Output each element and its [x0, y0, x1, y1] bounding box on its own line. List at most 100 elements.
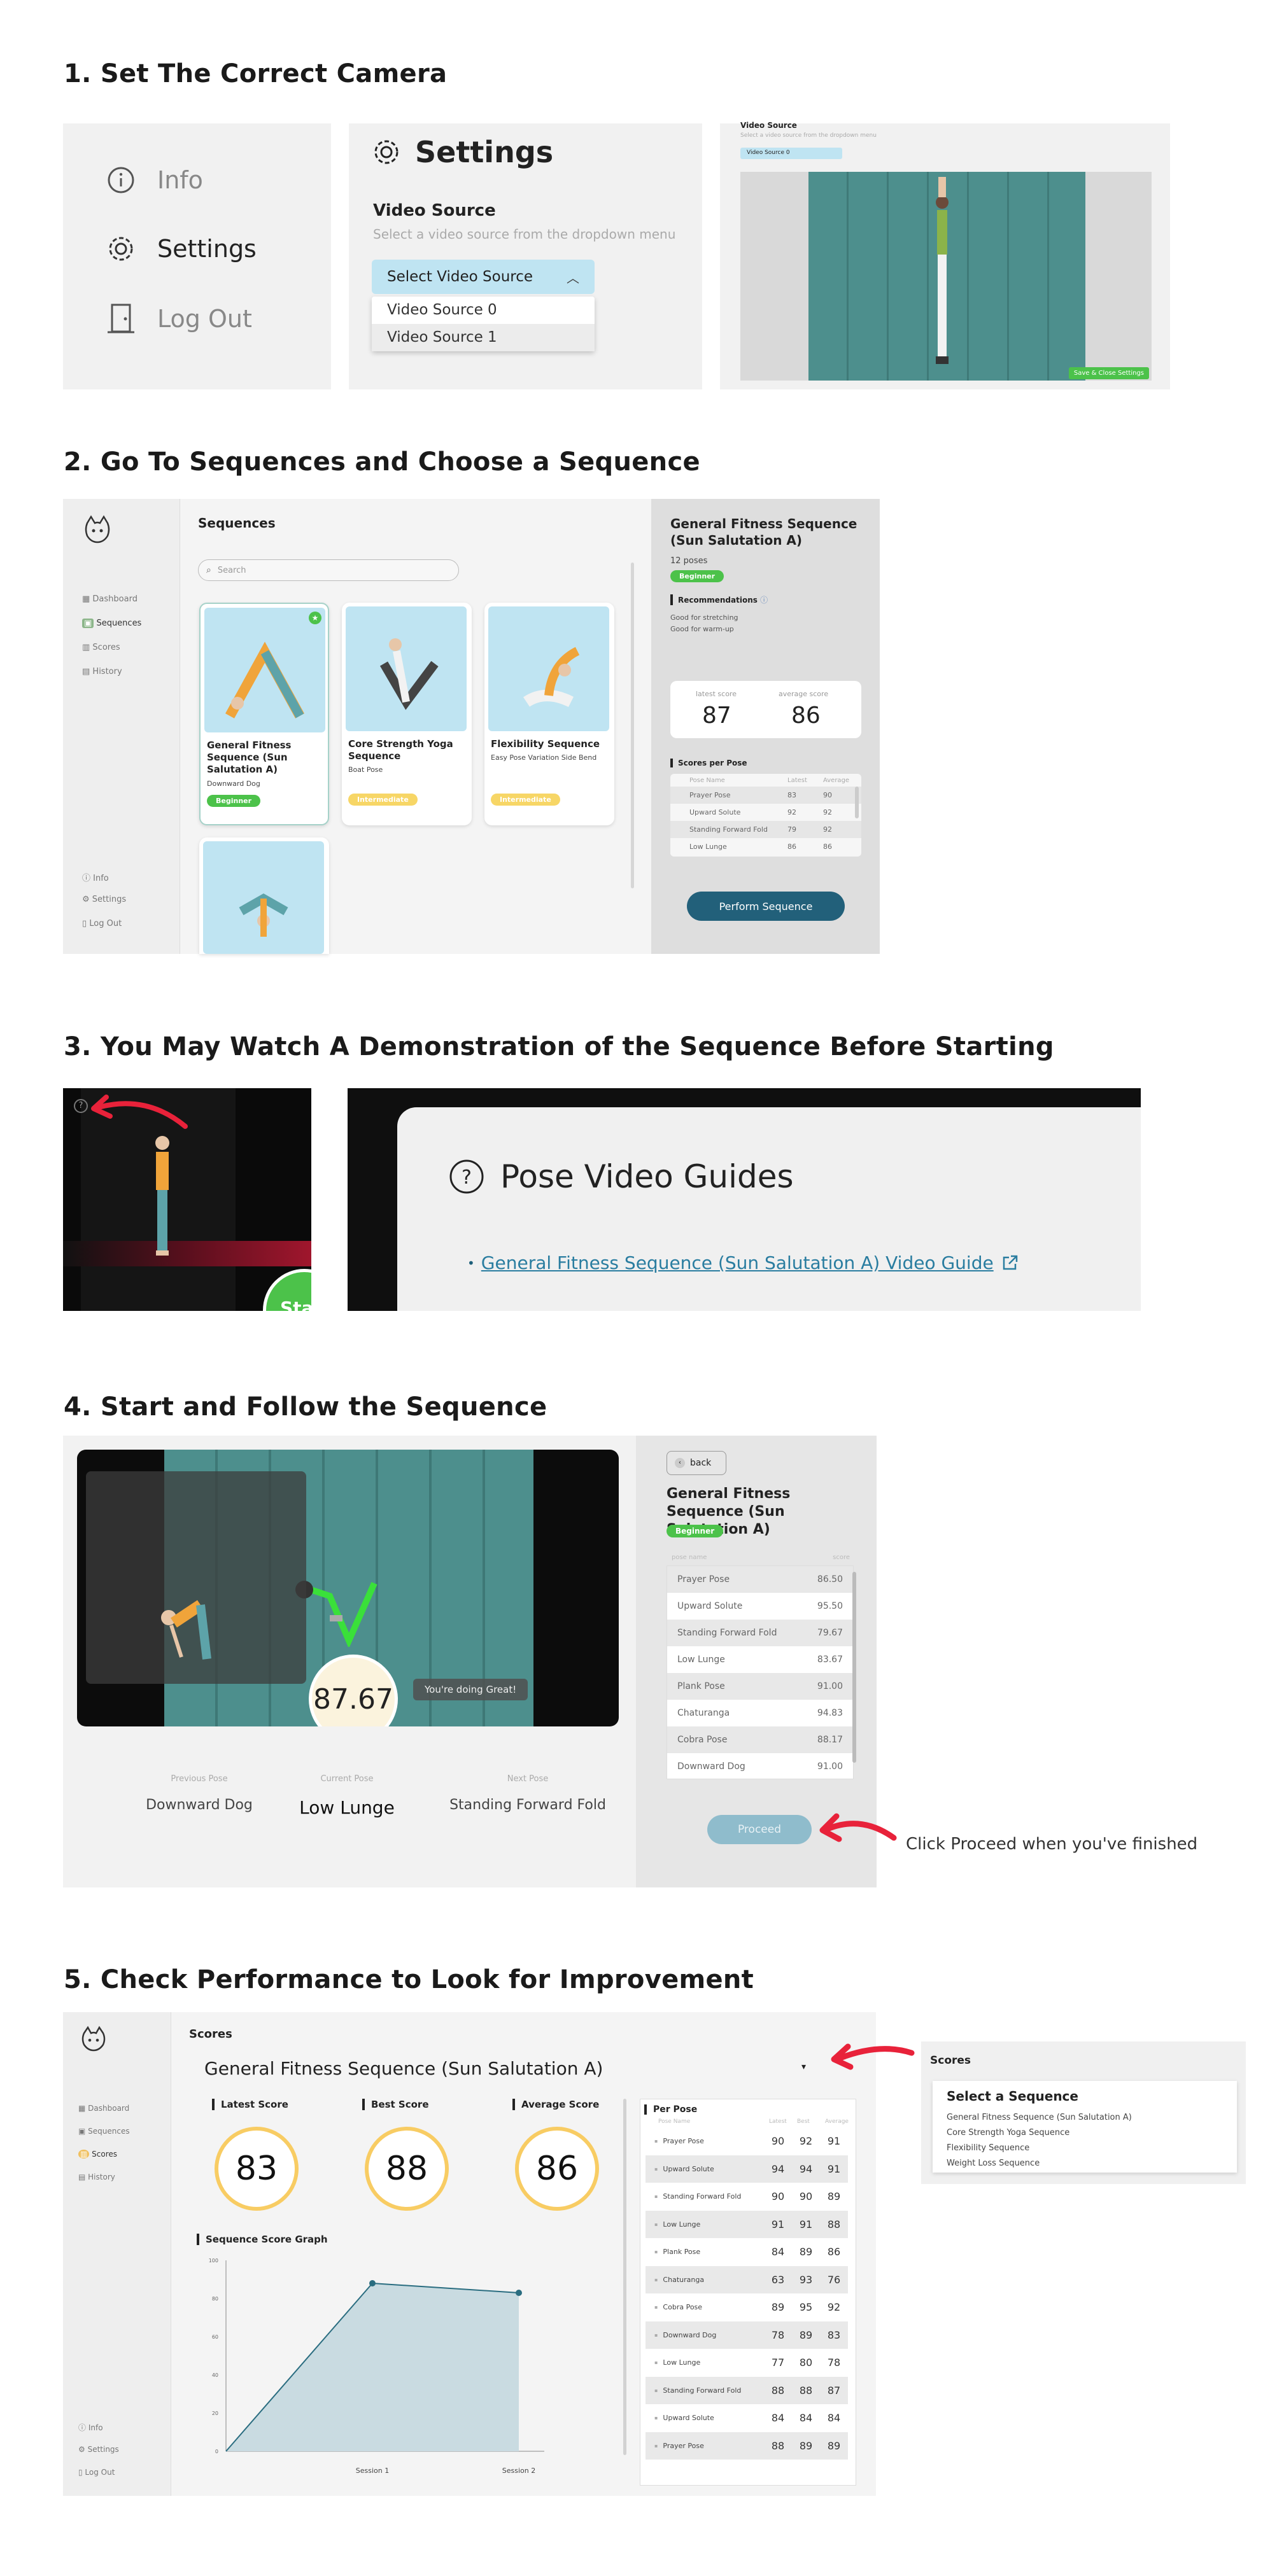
- table-row[interactable]: Standing Forward Fold 79 92: [670, 821, 861, 838]
- menu-item-info[interactable]: Info: [106, 165, 203, 195]
- dropdown-arrow-icon[interactable]: ▾: [801, 2062, 806, 2072]
- sidebar-item-scores[interactable]: ▥ Scores: [78, 2150, 117, 2159]
- table-row[interactable]: ▪ Prayer Pose 88 89 89: [646, 2432, 848, 2460]
- sidebar-dashboard-label: Dashboard: [92, 594, 138, 604]
- video-source-select[interactable]: Select Video Source ︿: [372, 260, 595, 294]
- header-score: score: [833, 1554, 850, 1561]
- sidebar-item-history[interactable]: ▤ History: [78, 2173, 115, 2181]
- table-row[interactable]: Upward Solute 95.50: [667, 1593, 853, 1620]
- page-scrollbar[interactable]: [623, 2099, 626, 2455]
- sidebar-item-info[interactable]: ⓘ Info: [78, 2422, 103, 2433]
- video-guide-link[interactable]: General Fitness Sequence (Sun Salutation…: [481, 1252, 994, 1273]
- sidebar-item-dashboard[interactable]: ▦ Dashboard: [78, 2104, 129, 2113]
- table-row[interactable]: ▪ Prayer Pose 90 92 91: [646, 2127, 848, 2155]
- table-row[interactable]: ▪ Upward Solute 84 84 84: [646, 2404, 848, 2432]
- session-scores-table: Prayer Pose 86.50 Upward Solute 95.50 Standi…: [667, 1565, 854, 1779]
- settings-title: Settings: [415, 135, 554, 169]
- score-value: 89: [771, 2301, 785, 2314]
- bullet: ▪: [654, 2304, 658, 2311]
- save-close-settings-button[interactable]: Save & Close Settings: [1068, 367, 1149, 379]
- cat-logo-icon: [85, 515, 110, 543]
- menu-item-logout[interactable]: Log Out: [106, 303, 252, 335]
- table-row[interactable]: ▪ Low Lunge 77 80 78: [646, 2349, 848, 2377]
- table-row[interactable]: Cobra Pose 88.17: [667, 1726, 853, 1753]
- back-button[interactable]: ‹ back: [667, 1451, 726, 1475]
- session-table-header: pose name score: [672, 1554, 850, 1561]
- table-row[interactable]: Standing Forward Fold 79.67: [667, 1620, 853, 1646]
- dropdown-panel-title: Scores: [930, 2054, 971, 2067]
- sidebar-item-dashboard[interactable]: ▦ Dashboard: [82, 594, 138, 604]
- sequence-card-core-strength[interactable]: Core Strength Yoga Sequence Boat Pose In…: [342, 603, 472, 825]
- sidebar-item-history[interactable]: ▤ History: [82, 667, 122, 676]
- proceed-button[interactable]: Proceed: [707, 1815, 812, 1844]
- dropdown-option-1[interactable]: Video Source 1: [372, 324, 595, 351]
- pose-name: Plank Pose: [677, 1681, 725, 1691]
- dropdown-option[interactable]: Core Strength Yoga Sequence: [947, 2125, 1237, 2141]
- per-pose-header: Pose Name Latest Best Average: [649, 2118, 853, 2125]
- start-button-label: Star: [280, 1298, 311, 1311]
- table-row[interactable]: Low Lunge 86 86: [670, 838, 861, 855]
- table-row[interactable]: Downward Dog 91.00: [667, 1753, 853, 1779]
- sidebar-sequences-label: Sequences: [96, 619, 142, 628]
- table-row[interactable]: Chaturanga 94.83: [667, 1700, 853, 1726]
- table-row[interactable]: ▪ Low Lunge 91 91 88: [646, 2210, 848, 2238]
- table-row[interactable]: ▪ Standing Forward Fold 88 88 87: [646, 2376, 848, 2404]
- table-row[interactable]: ▪ Plank Pose 84 89 86: [646, 2238, 848, 2266]
- dropdown-option[interactable]: Flexibility Sequence: [947, 2141, 1237, 2156]
- perform-sequence-button[interactable]: Perform Sequence: [687, 892, 845, 921]
- sidebar-item-scores[interactable]: ▥ Scores: [82, 643, 120, 652]
- sidebar-item-settings[interactable]: ⚙ Settings: [82, 895, 126, 904]
- pose-reference-overlay: [86, 1471, 306, 1684]
- sidebar-item-sequences[interactable]: ▣ Sequences: [78, 2127, 130, 2136]
- sequence-selector[interactable]: General Fitness Sequence (Sun Salutation…: [204, 2058, 603, 2079]
- table-row[interactable]: Low Lunge 83.67: [667, 1646, 853, 1673]
- menu-item-settings[interactable]: Settings: [106, 234, 257, 263]
- sidebar-item-logout[interactable]: ▯ Log Out: [82, 919, 122, 928]
- session-table-scrollbar[interactable]: [852, 1572, 856, 1763]
- sidebar-item-sequences[interactable]: ▣ Sequences: [82, 619, 141, 628]
- search-input[interactable]: ⌕ Search: [198, 559, 459, 581]
- card-pose: Boat Pose: [348, 766, 383, 774]
- table-row[interactable]: ▪ Upward Solute 94 94 91: [646, 2155, 848, 2183]
- pose-name: Downward Dog: [663, 2330, 717, 2339]
- score-value: 92: [827, 2301, 841, 2314]
- sidebar-logout-label: Log Out: [89, 919, 122, 928]
- table-row[interactable]: Prayer Pose 86.50: [667, 1566, 853, 1593]
- table-row[interactable]: Upward Solute 92 92: [670, 804, 861, 821]
- sidebar-item-settings[interactable]: ⚙ Settings: [78, 2445, 119, 2454]
- sidebar-scores-label: Scores: [92, 643, 120, 652]
- dropdown-label: Select a Sequence: [947, 2089, 1078, 2104]
- cards-scrollbar[interactable]: [631, 563, 634, 888]
- score-value: 92: [799, 2135, 813, 2148]
- table-row[interactable]: Prayer Pose 83 90: [670, 787, 861, 804]
- table-row[interactable]: Plank Pose 91.00: [667, 1673, 853, 1700]
- table-row[interactable]: ▪ Cobra Pose 89 95 92: [646, 2293, 848, 2321]
- video-preview-panel: Video Source Select a video source from …: [720, 121, 1170, 389]
- latest-score-label: Latest Score: [212, 2099, 288, 2110]
- sequence-card-general-fitness[interactable]: ★ General Fitness Sequence (Sun Salutati…: [199, 603, 329, 825]
- external-link-icon[interactable]: [1000, 1254, 1019, 1273]
- info-icon[interactable]: ⓘ: [760, 596, 768, 605]
- sequence-card-partial[interactable]: [199, 837, 329, 954]
- video-guides-title: Pose Video Guides: [500, 1158, 794, 1195]
- card-image: [203, 841, 324, 954]
- pose-cell: ▪ Upward Solute: [654, 2165, 764, 2173]
- dropdown-option-0[interactable]: Video Source 0: [372, 297, 595, 324]
- dropdown-option[interactable]: General Fitness Sequence (Sun Salutation…: [947, 2110, 1237, 2125]
- pose-cell: ▪ Plank Pose: [654, 2248, 764, 2256]
- score-value: 91.00: [817, 1761, 843, 1772]
- table-row[interactable]: ▪ Chaturanga 63 93 76: [646, 2265, 848, 2293]
- favorite-star-icon[interactable]: ★: [309, 612, 321, 624]
- table-scrollbar[interactable]: [855, 787, 859, 818]
- average-score-circle: 86: [515, 2127, 599, 2211]
- table-row[interactable]: ▪ Standing Forward Fold 90 90 89: [646, 2183, 848, 2211]
- sidebar-item-info[interactable]: ⓘ Info: [82, 871, 109, 883]
- preview-video-source-select[interactable]: Video Source 0: [740, 148, 842, 159]
- start-button[interactable]: Star: [263, 1269, 311, 1311]
- table-row[interactable]: ▪ Downward Dog 78 89 83: [646, 2321, 848, 2349]
- question-icon[interactable]: ?: [74, 1099, 88, 1113]
- sidebar-item-logout[interactable]: ▯ Log Out: [78, 2468, 115, 2477]
- dropdown-option[interactable]: Weight Loss Sequence: [947, 2156, 1237, 2171]
- sequence-card-flexibility[interactable]: Flexibility Sequence Easy Pose Variation…: [484, 603, 614, 825]
- demo-video-panel: ? Star: [63, 1088, 311, 1311]
